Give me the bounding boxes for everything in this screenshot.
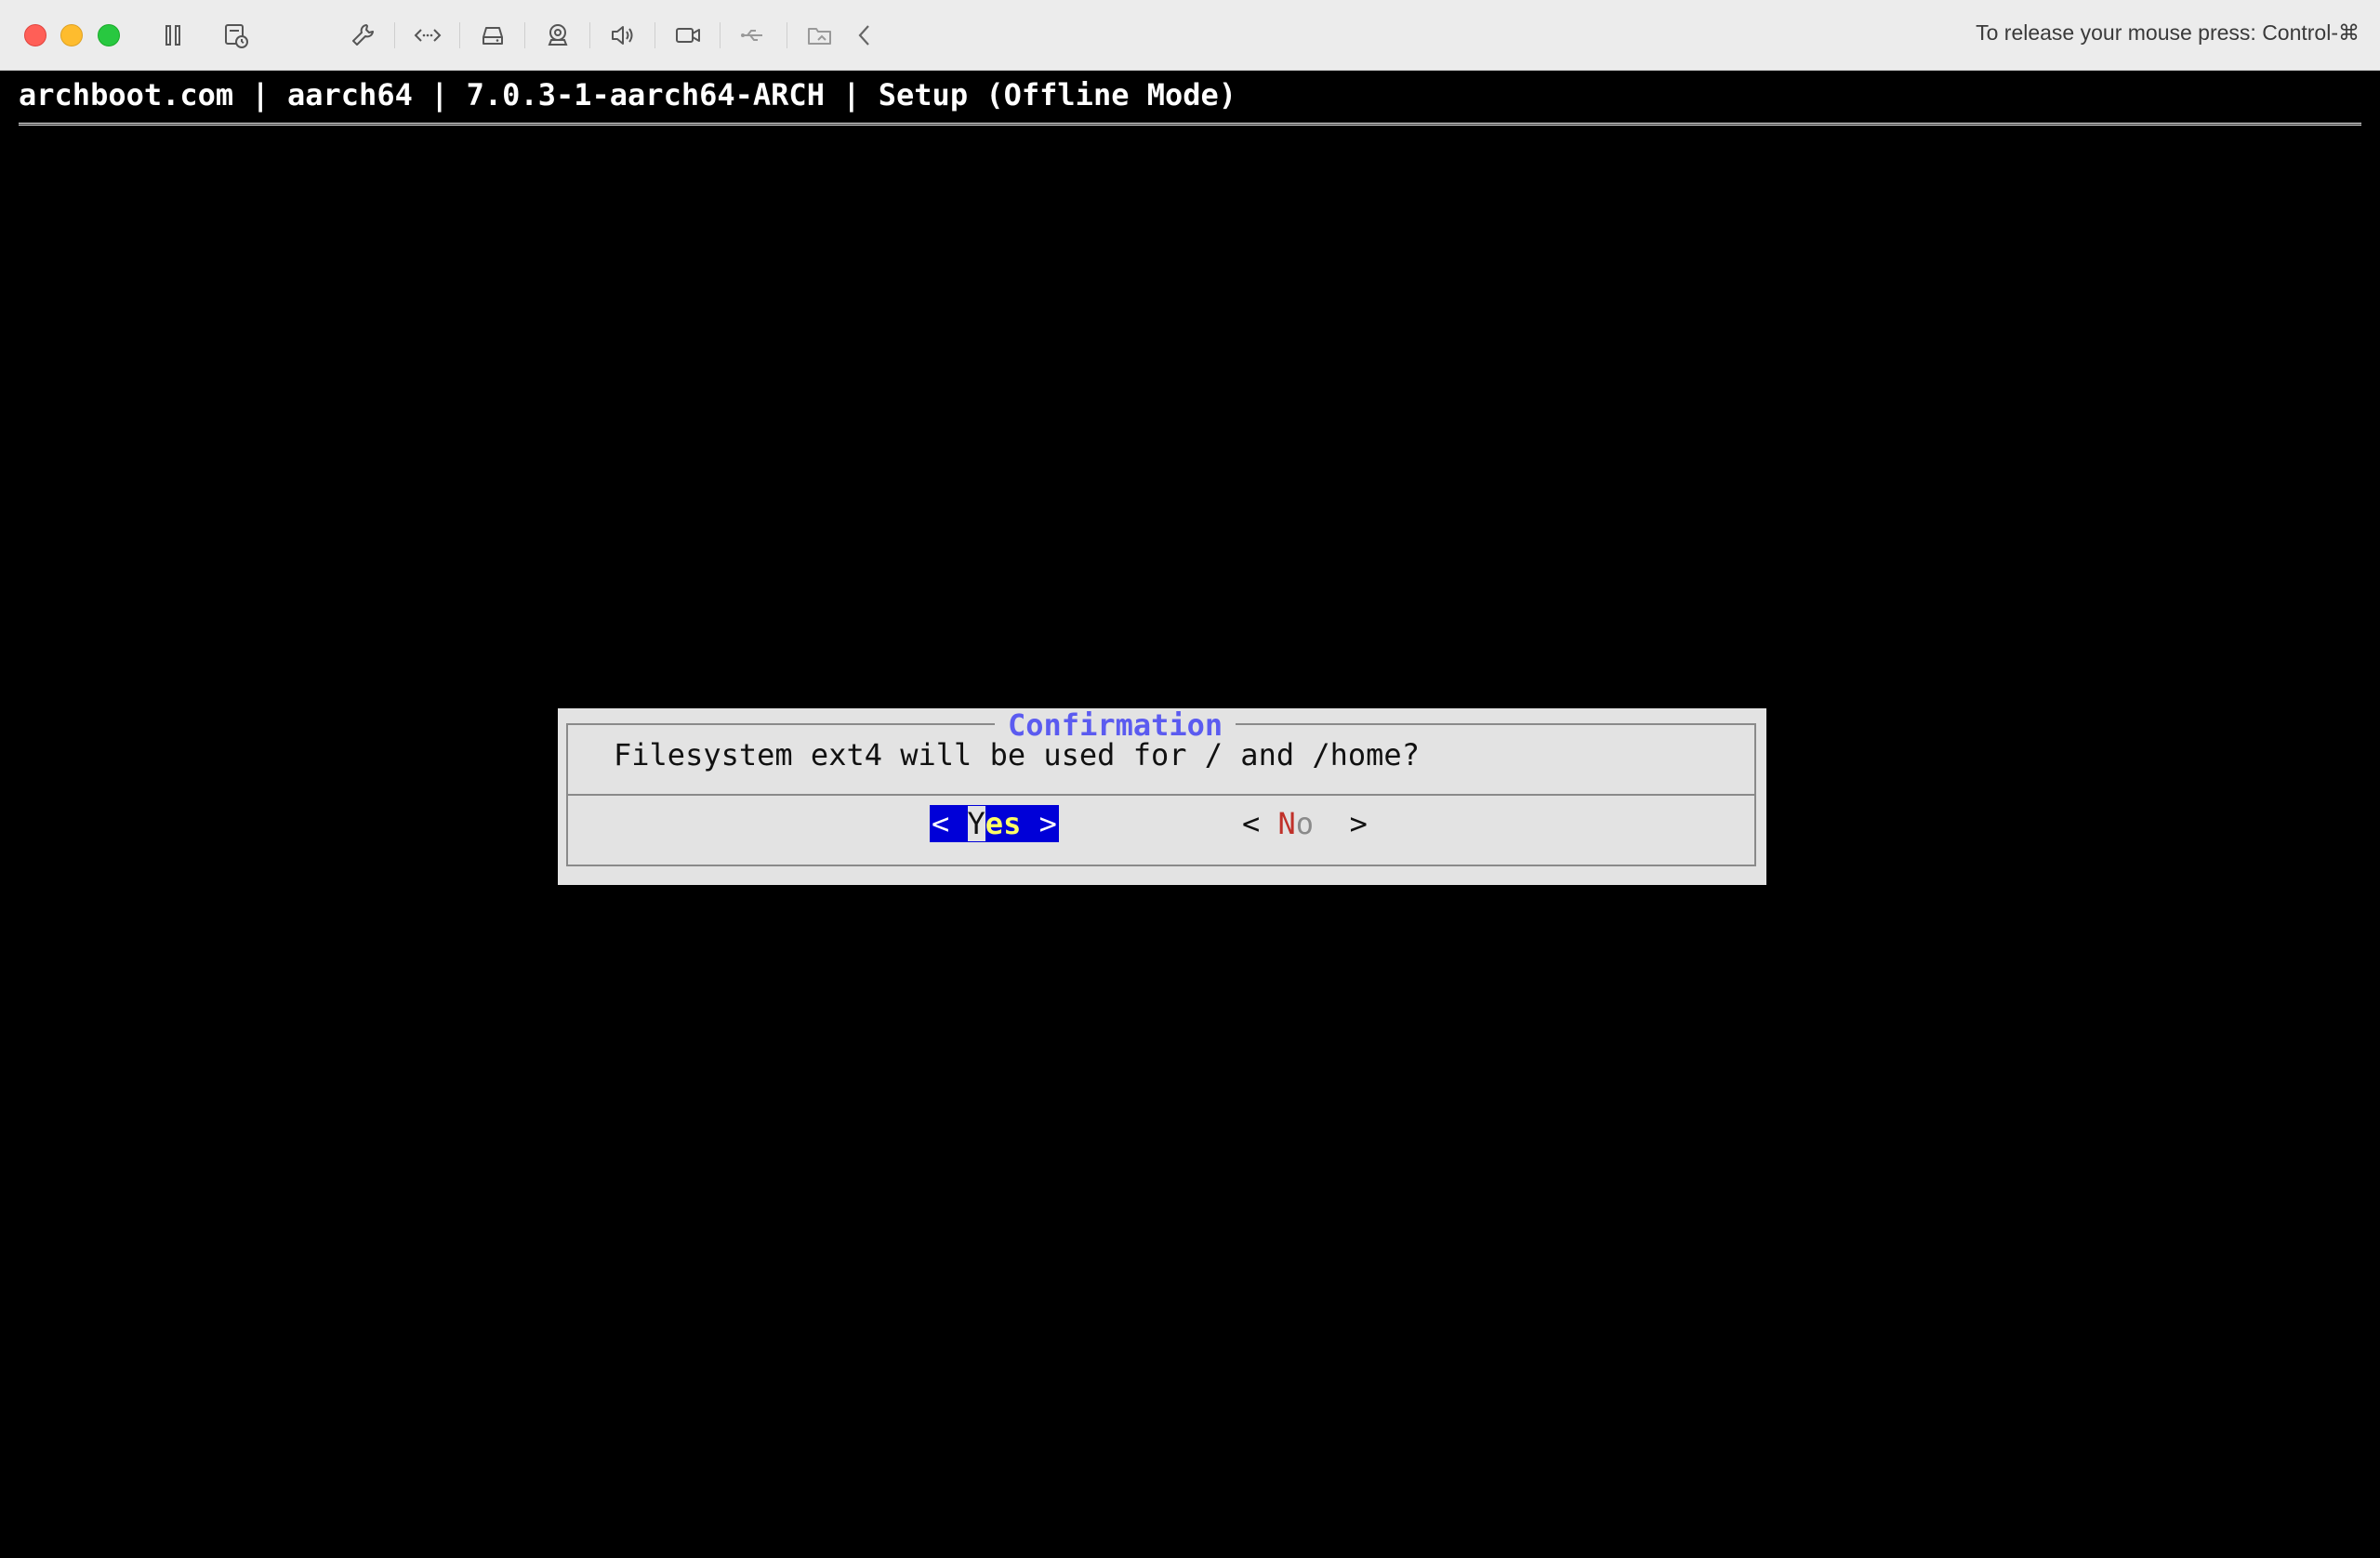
yes-label-rest: es — [985, 806, 1022, 841]
audio-icon[interactable] — [606, 19, 640, 52]
code-icon[interactable] — [411, 19, 444, 52]
snapshot-icon[interactable] — [219, 19, 253, 52]
minimize-window-button[interactable] — [60, 24, 83, 46]
release-mouse-hint: To release your mouse press: Control-⌘ — [1976, 20, 2360, 45]
no-label-rest: o — [1295, 806, 1315, 841]
usb-icon[interactable] — [736, 19, 770, 52]
vm-window: To release your mouse press: Control-⌘ a… — [0, 0, 2380, 1558]
video-icon[interactable] — [671, 19, 705, 52]
maximize-window-button[interactable] — [98, 24, 120, 46]
header-divider — [19, 123, 2361, 125]
shared-folder-icon[interactable] — [803, 19, 837, 52]
terminal-screen[interactable]: archboot.com | aarch64 | 7.0.3-1-aarch64… — [0, 71, 2380, 1558]
yes-open-bracket: < — [932, 806, 968, 841]
yes-hotkey: Y — [967, 806, 985, 841]
yes-button[interactable]: < Yes > — [930, 805, 1059, 842]
window-toolbar: To release your mouse press: Control-⌘ — [0, 0, 2380, 71]
dialog-divider — [566, 794, 1756, 796]
yes-close-bracket: > — [1021, 806, 1057, 841]
camera-icon[interactable] — [541, 19, 575, 52]
settings-wrench-icon[interactable] — [346, 19, 379, 52]
close-window-button[interactable] — [24, 24, 46, 46]
confirmation-dialog: Confirmation Filesystem ext4 will be use… — [558, 708, 1766, 885]
chevron-left-icon[interactable] — [848, 19, 881, 52]
yes-hotkey-letter: Y — [967, 806, 985, 841]
no-close-bracket: > — [1314, 806, 1368, 841]
no-hotkey-letter: N — [1277, 806, 1296, 841]
setup-header-title: archboot.com | aarch64 | 7.0.3-1-aarch64… — [19, 77, 1237, 112]
dialog-message: Filesystem ext4 will be used for / and /… — [614, 737, 1420, 772]
disk-icon[interactable] — [476, 19, 509, 52]
pause-icon[interactable] — [156, 19, 190, 52]
no-button[interactable]: < No > — [1242, 805, 1368, 842]
no-open-bracket: < — [1242, 806, 1278, 841]
